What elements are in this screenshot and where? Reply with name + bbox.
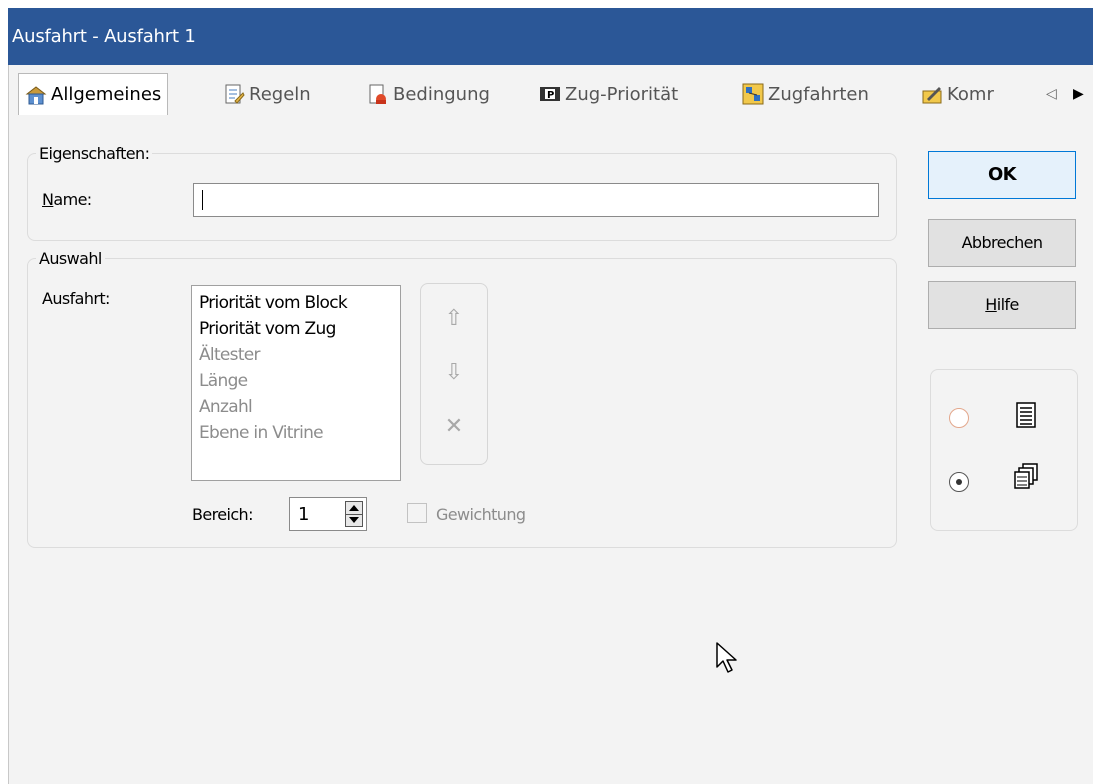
move-down-icon[interactable]: ⇩ xyxy=(439,358,469,388)
bereich-label: Bereich: xyxy=(192,505,253,524)
window-title: Ausfahrt - Ausfahrt 1 xyxy=(12,26,196,47)
tab-allgemeines[interactable]: Allgemeines xyxy=(18,73,169,115)
bereich-value: 1 xyxy=(298,504,310,525)
stepper-divider xyxy=(346,514,362,515)
help-button[interactable]: Hilfe xyxy=(928,281,1076,329)
properties-icon xyxy=(25,84,47,106)
cancel-button[interactable]: Abbrechen xyxy=(928,219,1076,267)
tab-label: Zug-Priorität xyxy=(565,83,679,105)
comment-icon xyxy=(921,83,943,105)
name-field[interactable] xyxy=(193,183,879,217)
tab-label: Zugfahrten xyxy=(768,83,869,105)
stepper-arrows-icon[interactable] xyxy=(345,501,363,527)
tab-scroll-right-icon[interactable]: ▶ xyxy=(1073,85,1084,102)
text-caret xyxy=(202,190,203,210)
list-item[interactable]: Anzahl xyxy=(199,394,400,420)
tab-kommentar[interactable]: Komr xyxy=(921,75,994,113)
stepper-down-icon[interactable] xyxy=(349,517,359,523)
mouse-pointer-icon xyxy=(715,641,741,680)
list-view-radio[interactable] xyxy=(949,408,969,428)
tab-label: Regeln xyxy=(249,83,311,105)
list-item[interactable]: Priorität vom Block xyxy=(199,290,400,316)
tab-zugfahrten[interactable]: Zugfahrten xyxy=(742,75,869,113)
list-item[interactable]: Länge xyxy=(199,368,400,394)
train-priority-icon: P xyxy=(539,83,561,105)
rules-icon xyxy=(223,83,245,105)
ok-button[interactable]: OK xyxy=(928,151,1076,199)
bereich-stepper[interactable]: 1 xyxy=(289,497,367,531)
list-order-panel: ⇧ ⇩ ✕ xyxy=(420,283,488,465)
train-routes-icon xyxy=(742,83,764,105)
svg-text:P: P xyxy=(547,90,554,101)
cascade-view-radio[interactable] xyxy=(949,472,969,492)
dialog-body: Allgemeines Regeln Bedingung P Zug-Prior… xyxy=(8,65,1093,784)
stepper-up-icon[interactable] xyxy=(349,505,359,511)
cascade-view-icon xyxy=(1011,462,1041,492)
tab-label: Bedingung xyxy=(393,83,490,105)
list-item[interactable]: Priorität vom Zug xyxy=(199,316,400,342)
title-bar: Ausfahrt - Ausfahrt 1 xyxy=(8,8,1093,65)
list-item[interactable]: Ebene in Vitrine xyxy=(199,420,400,446)
remove-icon[interactable]: ✕ xyxy=(439,412,469,442)
gewichtung-label: Gewichtung xyxy=(436,505,526,524)
eigenschaften-legend: Eigenschaften: xyxy=(36,144,153,163)
gewichtung-checkbox[interactable] xyxy=(407,503,427,523)
move-up-icon[interactable]: ⇧ xyxy=(439,304,469,334)
tab-label: Komr xyxy=(947,83,994,105)
list-view-icon xyxy=(1011,400,1041,430)
condition-icon xyxy=(367,83,389,105)
tab-label: Allgemeines xyxy=(51,84,162,105)
ausfahrt-label: Ausfahrt: xyxy=(42,289,110,308)
tab-bedingung[interactable]: Bedingung xyxy=(367,75,490,113)
tab-scroll-left-icon[interactable]: ◁ xyxy=(1046,85,1057,102)
tab-zug-prioritaet[interactable]: P Zug-Priorität xyxy=(539,75,678,113)
name-label: Name: xyxy=(42,190,92,209)
tab-regeln[interactable]: Regeln xyxy=(223,75,311,113)
tab-strip: Allgemeines Regeln Bedingung P Zug-Prior… xyxy=(9,65,1093,127)
auswahl-legend: Auswahl xyxy=(36,249,105,268)
list-item[interactable]: Ältester xyxy=(199,342,400,368)
ausfahrt-list[interactable]: Priorität vom Block Priorität vom Zug Äl… xyxy=(191,285,401,481)
view-mode-panel xyxy=(930,369,1078,531)
